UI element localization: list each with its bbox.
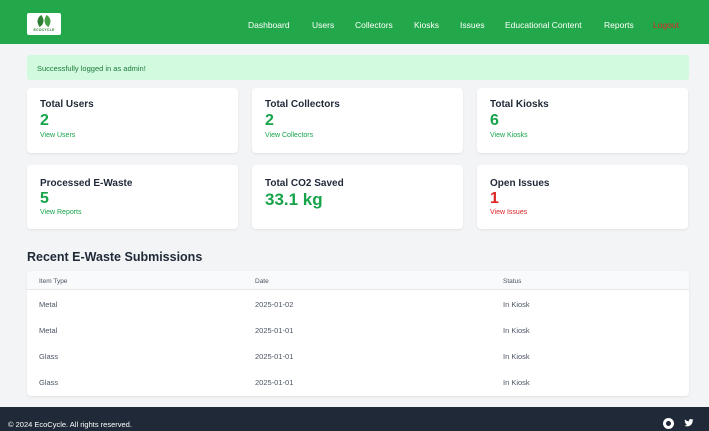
column-header-status: Status xyxy=(503,278,522,285)
cell-status: In Kiosk xyxy=(503,378,530,387)
cell-status: In Kiosk xyxy=(503,352,530,361)
card-total-kiosks: Total Kiosks 6 View Kiosks xyxy=(477,88,688,153)
view-reports-link[interactable]: View Reports xyxy=(40,209,82,216)
table-row: Glass 2025-01-01 In Kiosk xyxy=(27,343,689,369)
cell-date: 2025-01-01 xyxy=(255,326,294,335)
table-row: Glass 2025-01-01 In Kiosk xyxy=(27,369,689,395)
card-value: 5 xyxy=(40,190,49,207)
nav-logout[interactable]: Logout xyxy=(653,20,679,30)
card-value: 2 xyxy=(265,112,274,129)
top-navbar: ECOCYCLE Dashboard Users Collectors Kios… xyxy=(0,0,709,44)
view-kiosks-link[interactable]: View Kiosks xyxy=(490,132,528,139)
twitter-icon[interactable] xyxy=(684,418,694,428)
card-title: Open Issues xyxy=(490,178,550,189)
card-title: Total Users xyxy=(40,99,94,110)
cell-status: In Kiosk xyxy=(503,300,530,309)
column-header-date: Date xyxy=(255,278,269,285)
alert-message: Successfully logged in as admin! xyxy=(37,64,146,73)
nav-reports[interactable]: Reports xyxy=(604,20,634,30)
nav-educational-content[interactable]: Educational Content xyxy=(505,20,582,30)
submissions-table: Item Type Date Status Metal 2025-01-02 I… xyxy=(27,271,689,396)
table-header: Item Type Date Status xyxy=(27,271,689,290)
recent-submissions-title: Recent E-Waste Submissions xyxy=(27,250,203,264)
card-value: 6 xyxy=(490,112,499,129)
card-value: 2 xyxy=(40,112,49,129)
card-title: Total Kiosks xyxy=(490,99,549,110)
column-header-item-type: Item Type xyxy=(39,278,68,285)
copyright-text: © 2024 EcoCycle. All rights reserved. xyxy=(8,420,132,429)
view-issues-link[interactable]: View Issues xyxy=(490,209,527,216)
cell-item-type: Glass xyxy=(39,378,59,387)
nav-collectors[interactable]: Collectors xyxy=(355,20,393,30)
card-total-collectors: Total Collectors 2 View Collectors xyxy=(252,88,463,153)
card-processed-ewaste: Processed E-Waste 5 View Reports xyxy=(27,165,238,229)
table-row: Metal 2025-01-02 In Kiosk xyxy=(27,291,689,317)
card-value: 33.1 kg xyxy=(265,190,323,209)
table-row: Metal 2025-01-01 In Kiosk xyxy=(27,317,689,343)
cell-item-type: Metal xyxy=(39,300,58,309)
view-users-link[interactable]: View Users xyxy=(40,132,75,139)
cell-item-type: Glass xyxy=(39,352,59,361)
nav-links: Dashboard Users Collectors Kiosks Issues… xyxy=(0,0,709,44)
card-total-co2-saved: Total CO2 Saved 33.1 kg xyxy=(252,165,463,229)
cell-date: 2025-01-01 xyxy=(255,352,294,361)
card-total-users: Total Users 2 View Users xyxy=(27,88,238,153)
cell-date: 2025-01-01 xyxy=(255,378,294,387)
cell-status: In Kiosk xyxy=(503,326,530,335)
card-title: Total Collectors xyxy=(265,99,340,110)
card-title: Total CO2 Saved xyxy=(265,178,344,189)
nav-dashboard[interactable]: Dashboard xyxy=(248,20,290,30)
cell-date: 2025-01-02 xyxy=(255,300,294,309)
card-open-issues: Open Issues 1 View Issues xyxy=(477,165,688,229)
card-value: 1 xyxy=(490,190,499,207)
page-footer: © 2024 EcoCycle. All rights reserved. xyxy=(0,407,709,431)
github-icon[interactable] xyxy=(663,418,674,429)
cell-item-type: Metal xyxy=(39,326,58,335)
card-title: Processed E-Waste xyxy=(40,178,133,189)
nav-issues[interactable]: Issues xyxy=(460,20,485,30)
nav-users[interactable]: Users xyxy=(312,20,334,30)
success-alert: Successfully logged in as admin! xyxy=(27,55,689,80)
nav-kiosks[interactable]: Kiosks xyxy=(414,20,439,30)
view-collectors-link[interactable]: View Collectors xyxy=(265,132,313,139)
